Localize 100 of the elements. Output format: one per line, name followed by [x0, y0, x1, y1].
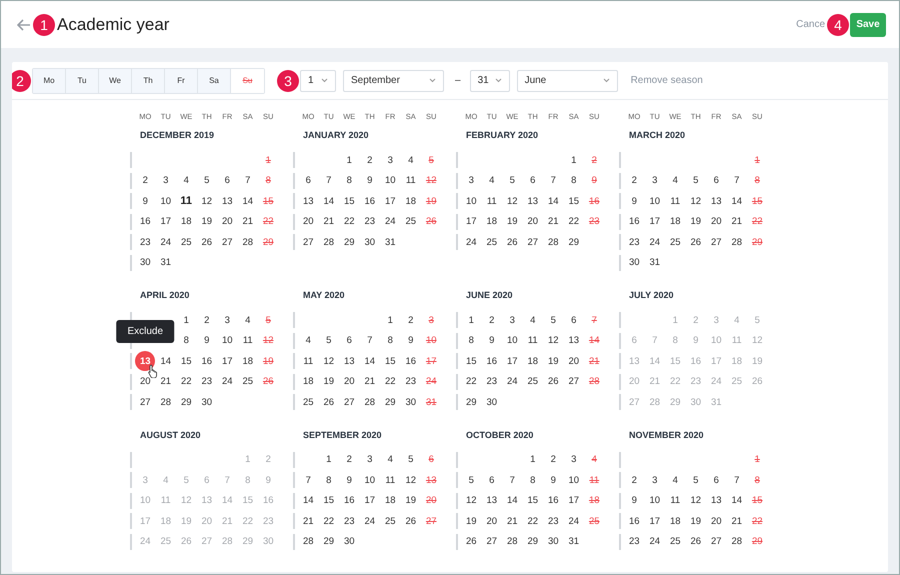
calendar-day[interactable]: 16 [201, 351, 212, 372]
calendar-day[interactable]: 7 [245, 175, 250, 186]
calendar-day[interactable]: 24 [222, 376, 233, 388]
calendar-day[interactable]: 26 [323, 396, 334, 408]
calendar-day[interactable]: 20 [426, 495, 437, 506]
calendar-day[interactable]: 12 [426, 175, 437, 186]
calendar-day[interactable]: 24 [568, 516, 580, 527]
calendar-day[interactable]: 10 [506, 335, 518, 346]
calendar-day[interactable]: 24 [649, 236, 660, 248]
weekday-toggle[interactable]: Mo [33, 68, 66, 92]
calendar-day[interactable]: 15 [323, 495, 334, 506]
calendar-day[interactable]: 4 [489, 175, 494, 186]
calendar-day[interactable]: 20 [710, 216, 722, 228]
calendar-day[interactable]: 16 [486, 356, 498, 367]
start-day-select[interactable]: 1 [300, 70, 336, 92]
calendar-day[interactable]: 3 [224, 314, 230, 326]
calendar-day[interactable]: 22 [180, 376, 192, 388]
calendar-day[interactable]: 5 [510, 175, 515, 186]
calendar-day[interactable]: 5 [266, 314, 271, 326]
calendar-day[interactable]: 27 [302, 236, 314, 248]
calendar-day[interactable]: 29 [466, 396, 477, 408]
calendar-day[interactable]: 27 [222, 236, 233, 248]
calendar-day[interactable]: 22 [568, 216, 580, 228]
calendar-day[interactable]: 18 [405, 196, 416, 207]
calendar-day[interactable]: 5 [204, 175, 210, 186]
weekday-toggle[interactable]: Fr [165, 68, 198, 92]
calendar-day[interactable]: 24 [506, 376, 518, 388]
calendar-day[interactable]: 25 [384, 516, 396, 527]
calendar-day[interactable]: 28 [160, 396, 172, 408]
calendar-day[interactable]: 7 [306, 474, 311, 486]
calendar-day[interactable]: 13 [426, 474, 437, 486]
calendar-day[interactable]: 21 [588, 356, 600, 367]
calendar-day[interactable]: 17 [384, 196, 396, 207]
calendar-day[interactable]: 24 [160, 236, 172, 248]
calendar-day[interactable]: 19 [548, 356, 559, 367]
calendar-day[interactable]: 13 [344, 356, 355, 367]
calendar-day[interactable]: 22 [527, 516, 538, 527]
calendar-day[interactable]: 27 [527, 236, 538, 248]
calendar-day[interactable]: 17 [466, 216, 477, 228]
calendar-day[interactable]: 16 [628, 216, 640, 228]
calendar-day[interactable]: 20 [710, 516, 722, 527]
calendar-day[interactable]: 13 [710, 196, 722, 207]
calendar-day[interactable]: 21 [731, 516, 742, 527]
calendar-day[interactable]: 29 [323, 536, 334, 548]
calendar-day[interactable]: 12 [201, 195, 212, 208]
calendar-day[interactable]: 22 [466, 376, 477, 388]
calendar-day[interactable]: 9 [592, 175, 597, 186]
calendar-day[interactable]: 29 [568, 236, 580, 248]
calendar-day[interactable]: 11 [242, 335, 253, 346]
calendar-day[interactable]: 24 [426, 376, 437, 388]
calendar-day[interactable]: 28 [323, 236, 334, 248]
calendar-day[interactable]: 27 [140, 396, 151, 408]
calendar-day[interactable]: 11 [528, 335, 538, 346]
calendar-day[interactable]: 29 [384, 396, 396, 408]
calendar-day[interactable]: 6 [571, 314, 576, 326]
calendar-day[interactable]: 25 [670, 536, 681, 548]
calendar-day[interactable]: 22 [752, 216, 763, 228]
calendar-day[interactable]: 29 [752, 236, 763, 248]
calendar-day[interactable]: 4 [672, 175, 678, 186]
calendar-day[interactable]: 8 [530, 474, 536, 486]
calendar-day[interactable]: 12 [690, 495, 702, 506]
calendar-day[interactable]: 18 [527, 356, 538, 367]
calendar-day[interactable]: 1 [326, 454, 332, 466]
calendar-day[interactable]: 26 [690, 536, 702, 548]
calendar-day[interactable]: 3 [428, 314, 434, 326]
calendar-day[interactable]: 14 [588, 335, 600, 346]
calendar-day[interactable]: 12 [466, 495, 477, 506]
calendar-day[interactable]: 18 [180, 216, 192, 228]
calendar-day[interactable]: 10 [222, 335, 233, 346]
calendar-day[interactable]: 19 [323, 376, 334, 388]
calendar-day[interactable]: 21 [364, 376, 376, 388]
calendar-day[interactable]: 6 [714, 474, 719, 486]
calendar-day[interactable]: 28 [364, 396, 376, 408]
calendar-day[interactable]: 9 [632, 196, 637, 207]
calendar-day[interactable]: 21 [506, 516, 518, 527]
calendar-day[interactable]: 18 [486, 216, 498, 228]
calendar-day[interactable]: 21 [548, 216, 559, 228]
calendar-day[interactable]: 17 [364, 495, 376, 506]
calendar-day[interactable]: 9 [632, 495, 637, 506]
calendar-day[interactable]: 31 [426, 396, 437, 408]
calendar-day[interactable]: 1 [184, 314, 189, 326]
calendar-day[interactable]: 8 [388, 335, 393, 346]
calendar-day[interactable]: 15 [262, 195, 274, 208]
calendar-day[interactable]: 29 [344, 236, 355, 248]
calendar-day[interactable]: 15 [568, 196, 580, 207]
calendar-day[interactable]: 11 [303, 356, 314, 367]
calendar-day[interactable]: 19 [262, 351, 274, 372]
calendar-day[interactable]: 19 [690, 516, 702, 527]
calendar-day[interactable]: 23 [486, 376, 498, 388]
calendar-day[interactable]: 16 [344, 495, 355, 506]
calendar-day[interactable]: 17 [426, 356, 437, 367]
calendar-day[interactable]: 13 [710, 495, 722, 506]
calendar-day[interactable]: 6 [346, 335, 352, 346]
calendar-day[interactable]: 18 [302, 376, 314, 388]
calendar-day[interactable]: 1 [754, 454, 760, 466]
calendar-day[interactable]: 14 [731, 495, 742, 506]
calendar-day[interactable]: 8 [468, 335, 474, 346]
calendar-day[interactable]: 2 [346, 454, 352, 466]
calendar-day[interactable]: 23 [140, 236, 151, 248]
calendar-day[interactable]: 7 [510, 474, 515, 486]
